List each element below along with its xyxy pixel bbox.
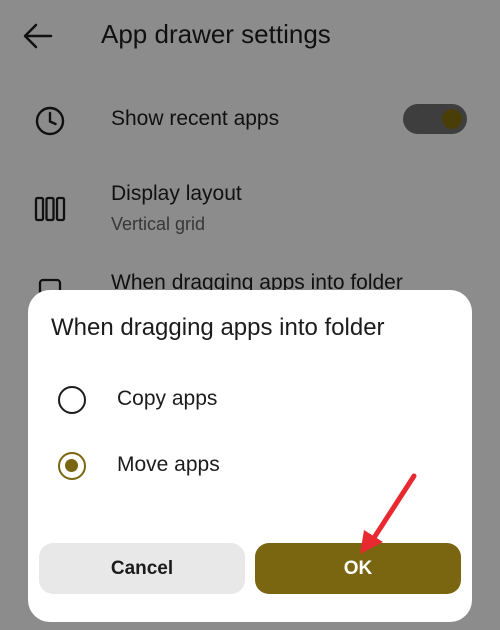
radio-unchecked-icon[interactable] — [58, 386, 86, 414]
option-copy-apps[interactable]: Copy apps — [28, 370, 472, 430]
radio-checked-icon[interactable] — [58, 452, 86, 480]
dialog-title: When dragging apps into folder — [51, 314, 385, 341]
option-label: Copy apps — [117, 387, 218, 410]
radio-dot — [65, 459, 78, 472]
folder-drag-dialog: When dragging apps into folder Copy apps… — [28, 290, 472, 622]
option-label: Move apps — [117, 453, 220, 476]
red-arrow-icon — [360, 473, 417, 554]
cancel-button[interactable]: Cancel — [39, 543, 245, 594]
